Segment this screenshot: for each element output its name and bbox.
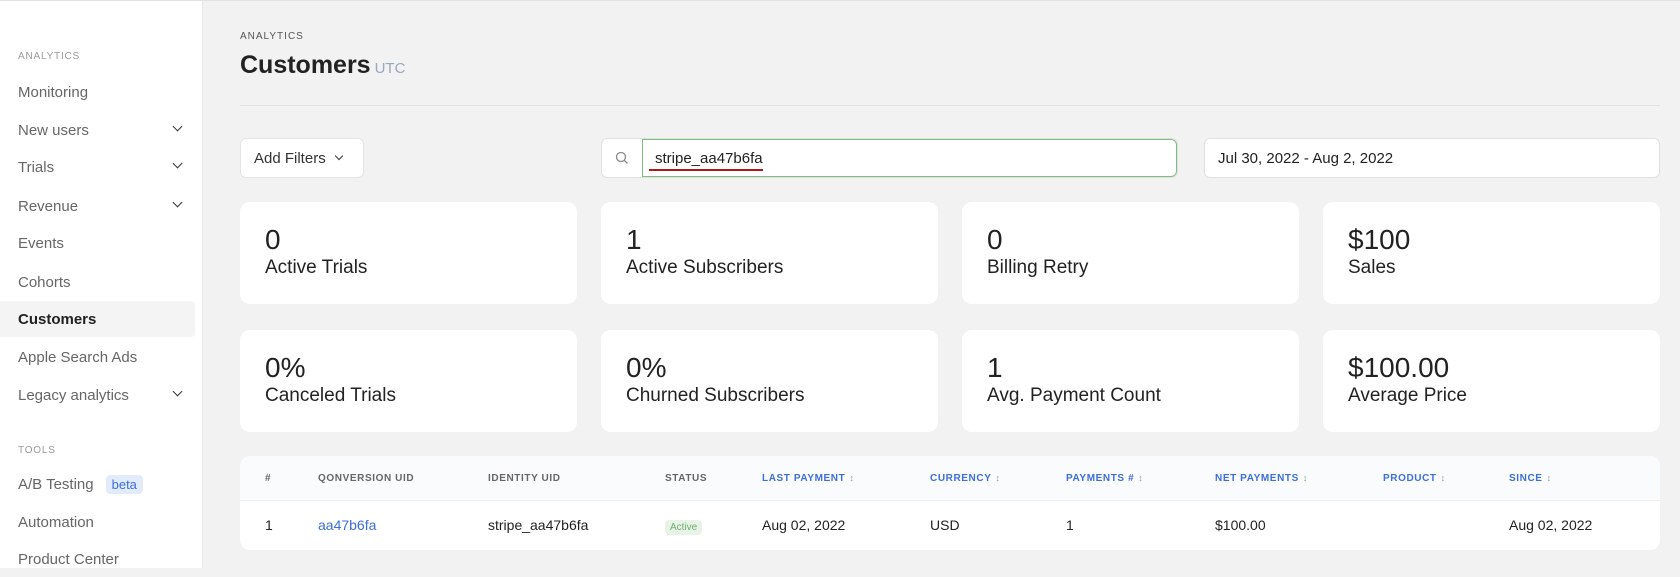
stat-card-canceled-trials: 0% Canceled Trials [240, 330, 577, 432]
stat-label: Canceled Trials [265, 385, 396, 406]
stat-label: Churned Subscribers [626, 385, 805, 406]
cell-currency: USD [930, 517, 960, 533]
table-row[interactable]: 1 aa47b6fa stripe_aa47b6fa Active Aug 02… [240, 501, 1660, 550]
column-number: # [265, 473, 272, 484]
stat-value: 0 [987, 224, 1003, 255]
cell-net-payments: $100.00 [1215, 517, 1266, 533]
stat-label: Average Price [1348, 385, 1467, 406]
divider [240, 105, 1660, 106]
sidebar-item-label: Revenue [18, 197, 79, 215]
stat-card-average-price: $100.00 Average Price [1323, 330, 1660, 432]
sidebar-item-label: Automation [18, 513, 94, 531]
sidebar-item-apple-search-ads[interactable]: Apple Search Ads [0, 339, 195, 375]
stat-label: Avg. Payment Count [987, 385, 1161, 406]
stat-card-active-subscribers: 1 Active Subscribers [601, 202, 938, 304]
sidebar-item-revenue[interactable]: Revenue [0, 188, 195, 224]
stat-value: 0% [265, 352, 306, 383]
cell-payments: 1 [1066, 517, 1074, 533]
column-last-payment[interactable]: LAST PAYMENT [762, 473, 854, 484]
column-payments[interactable]: PAYMENTS # [1066, 473, 1143, 484]
breadcrumb: ANALYTICS [240, 31, 304, 42]
cell-since: Aug 02, 2022 [1509, 517, 1593, 533]
stat-card-sales: $100 Sales [1323, 202, 1660, 304]
stat-value: 1 [626, 224, 642, 255]
stat-label: Active Subscribers [626, 257, 784, 278]
stat-card-churned-subscribers: 0% Churned Subscribers [601, 330, 938, 432]
search-input[interactable]: stripe_aa47b6fa [642, 139, 1177, 177]
stat-value: 0 [265, 224, 281, 255]
sidebar-item-ab-testing[interactable]: A/B Testing beta [0, 466, 195, 502]
column-qonversion-uid: QONVERSION UID [318, 473, 415, 484]
search-box: stripe_aa47b6fa [601, 138, 1178, 178]
add-filters-label: Add Filters [254, 149, 326, 167]
sidebar-item-trials[interactable]: Trials [0, 149, 195, 185]
sidebar-item-cohorts[interactable]: Cohorts [0, 264, 195, 300]
sidebar-item-legacy-analytics[interactable]: Legacy analytics [0, 377, 195, 413]
chevron-down-icon [172, 158, 183, 169]
search-icon [602, 139, 642, 177]
sidebar-item-label: Product Center [18, 550, 119, 568]
sidebar-item-customers[interactable]: Customers [0, 301, 195, 337]
cell-identity-uid: stripe_aa47b6fa [488, 517, 589, 533]
stat-card-avg-payment-count: 1 Avg. Payment Count [962, 330, 1299, 432]
sidebar-item-label: New users [18, 121, 89, 139]
chevron-down-icon [172, 121, 183, 132]
column-net-payments[interactable]: NET PAYMENTS [1215, 473, 1308, 484]
chevron-down-icon [334, 151, 343, 161]
cell-last-payment: Aug 02, 2022 [762, 517, 846, 533]
column-status: STATUS [665, 473, 708, 484]
sidebar-item-product-center[interactable]: Product Center [0, 541, 195, 577]
stat-value: $100.00 [1348, 352, 1450, 383]
status-badge: Active [665, 520, 703, 535]
stat-card-active-trials: 0 Active Trials [240, 202, 577, 304]
sidebar-item-label: Events [18, 234, 64, 252]
sidebar-item-automation[interactable]: Automation [0, 504, 195, 540]
chevron-down-icon [172, 386, 183, 397]
stat-value: 0% [626, 352, 667, 383]
sidebar-item-label: Monitoring [18, 83, 89, 101]
stat-label: Sales [1348, 257, 1396, 278]
sidebar-item-label: A/B Testing [18, 475, 94, 493]
sidebar: ANALYTICS Monitoring New users Trials Re… [0, 1, 203, 568]
table-header: # QONVERSION UID IDENTITY UID STATUS LAS… [240, 456, 1660, 501]
sidebar-item-events[interactable]: Events [0, 225, 195, 261]
page-title-text: Customers [240, 51, 371, 79]
sidebar-section-analytics: ANALYTICS [18, 51, 81, 62]
sidebar-item-label: Apple Search Ads [18, 348, 138, 366]
sidebar-item-label: Customers [18, 310, 97, 328]
date-range-picker[interactable]: Jul 30, 2022 - Aug 2, 2022 [1204, 138, 1660, 178]
beta-badge: beta [105, 474, 143, 494]
stat-label: Active Trials [265, 257, 368, 278]
column-currency[interactable]: CURRENCY [930, 473, 1001, 484]
sidebar-item-new-users[interactable]: New users [0, 112, 195, 148]
column-since[interactable]: SINCE [1509, 473, 1552, 484]
sidebar-item-label: Trials [18, 158, 55, 176]
sidebar-section-tools: TOOLS [18, 445, 56, 456]
sidebar-item-label: Cohorts [18, 273, 71, 291]
chevron-down-icon [172, 197, 183, 208]
customers-table: # QONVERSION UID IDENTITY UID STATUS LAS… [240, 456, 1660, 550]
stat-card-billing-retry: 0 Billing Retry [962, 202, 1299, 304]
cell-qonversion-uid-link[interactable]: aa47b6fa [318, 517, 376, 533]
page-title: Customers UTC [240, 51, 405, 80]
annotation-underline [649, 169, 763, 171]
stat-value: $100 [1348, 224, 1411, 255]
search-value: stripe_aa47b6fa [655, 149, 763, 167]
column-product[interactable]: PRODUCT [1383, 473, 1446, 484]
timezone-label: UTC [374, 60, 406, 77]
sidebar-item-label: Legacy analytics [18, 386, 129, 404]
date-range-value: Jul 30, 2022 - Aug 2, 2022 [1218, 149, 1394, 167]
add-filters-button[interactable]: Add Filters [240, 138, 364, 178]
cell-number: 1 [265, 517, 273, 533]
sidebar-item-monitoring[interactable]: Monitoring [0, 74, 195, 110]
column-identity-uid: IDENTITY UID [488, 473, 561, 484]
stat-label: Billing Retry [987, 257, 1089, 278]
stat-value: 1 [987, 352, 1003, 383]
